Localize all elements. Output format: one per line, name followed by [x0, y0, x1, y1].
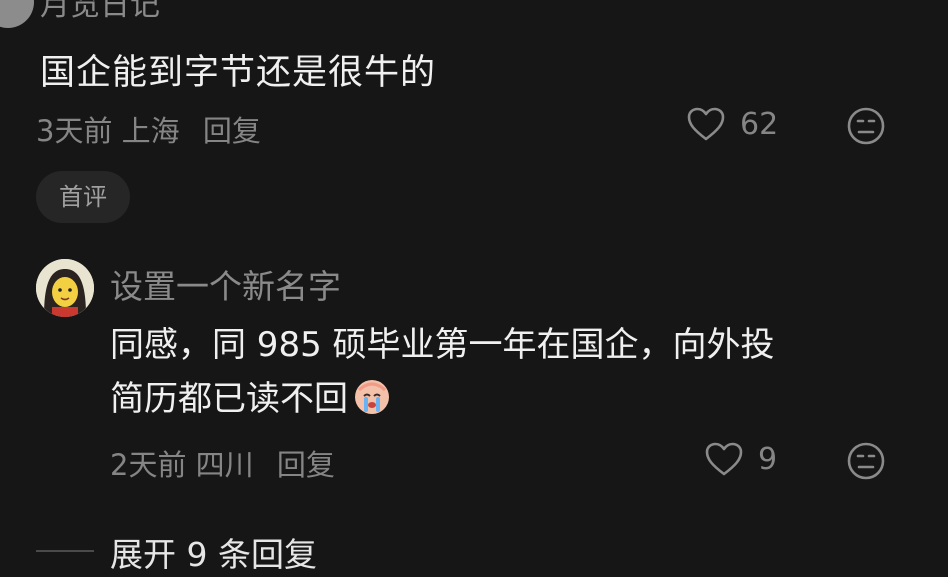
comment-location: 四川: [195, 448, 254, 482]
first-comment-badge: 首评: [36, 171, 130, 223]
expand-replies-button[interactable]: 展开 9 条回复: [110, 528, 317, 576]
comment-meta: 2天前 四川 回复: [110, 442, 335, 484]
comment-time: 2天前: [110, 448, 187, 482]
comment-thread: 月览日记 国企能到字节还是很牛的 3天前 上海 回复 62 首评 设置一个新名字…: [0, 0, 948, 577]
reply-button[interactable]: 回复: [203, 114, 261, 148]
expand-divider: [36, 550, 94, 552]
like-button[interactable]: 9: [704, 441, 777, 477]
like-button[interactable]: 62: [686, 106, 778, 142]
reply-button[interactable]: 回复: [277, 448, 335, 482]
comment-location: 上海: [121, 114, 180, 148]
like-count: 62: [740, 106, 779, 142]
comment-more-button[interactable]: [846, 106, 886, 150]
comment-meta: 3天前 上海 回复: [36, 108, 261, 150]
comment-text-span: 简历都已读不回: [110, 379, 348, 419]
comment-text: 国企能到字节还是很牛的: [40, 53, 437, 93]
meh-face-icon: [847, 107, 885, 145]
heart-outline-icon: [687, 107, 725, 141]
comment-username[interactable]: 月览日记: [40, 0, 160, 24]
meh-face-icon: [847, 442, 885, 480]
comment-text-line: 同感，同 985 硕毕业第一年在国企，向外投: [110, 325, 775, 365]
avatar[interactable]: [0, 0, 34, 28]
like-count: 9: [758, 441, 778, 477]
avatar[interactable]: [36, 259, 94, 317]
comment-text-line: 简历都已读不回: [110, 372, 910, 432]
comment-username[interactable]: 设置一个新名字: [110, 260, 341, 308]
comment-text: 同感，同 985 硕毕业第一年在国企，向外投 简历都已读不回: [110, 318, 910, 432]
heart-outline-icon: [705, 442, 743, 476]
crying-face-emoji: [352, 376, 392, 432]
comment-more-button[interactable]: [846, 441, 886, 485]
avatar-illustration-icon: [36, 259, 94, 317]
comment-time: 3天前: [36, 114, 113, 148]
